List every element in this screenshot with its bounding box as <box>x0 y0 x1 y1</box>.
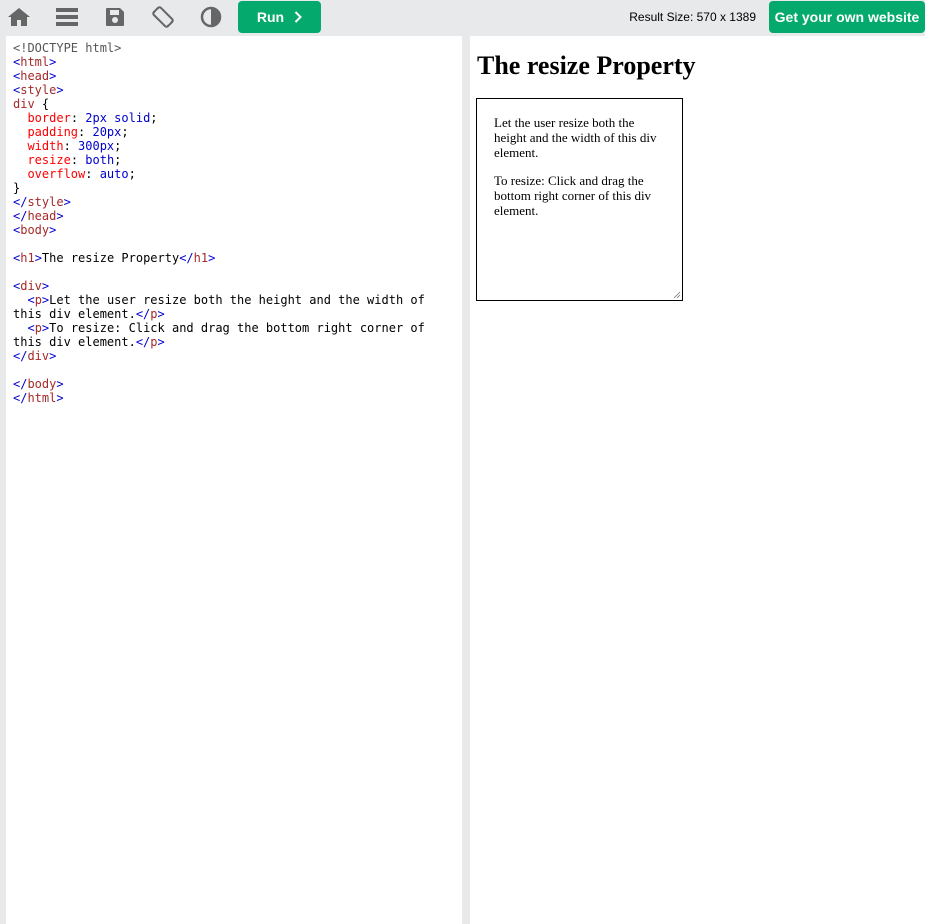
result-paragraph-1: Let the user resize both the height and … <box>494 115 657 160</box>
run-button[interactable]: Run <box>238 1 321 33</box>
result-paragraph-2: To resize: Click and drag the bottom rig… <box>494 173 652 218</box>
rotate-icon[interactable] <box>150 4 176 30</box>
menu-icon[interactable] <box>54 4 80 30</box>
result-size-label: Result Size: 570 x 1389 <box>629 10 756 24</box>
pane-divider[interactable] <box>462 36 470 924</box>
run-button-label: Run <box>256 9 285 25</box>
code-text[interactable]: <!DOCTYPE html> <html> <head> <style> di… <box>6 36 462 405</box>
resize-grip-icon[interactable] <box>673 291 681 299</box>
save-icon[interactable] <box>102 4 128 30</box>
contrast-icon[interactable] <box>198 4 224 30</box>
get-your-own-website-button[interactable]: Get your own website <box>769 1 925 33</box>
toolbar: Run Result Size: 570 x 1389 Get your own… <box>0 0 925 34</box>
code-editor[interactable]: <!DOCTYPE html> <html> <head> <style> di… <box>6 36 462 924</box>
result-heading: The resize Property <box>477 51 696 80</box>
resizable-div[interactable]: Let the user resize both the height and … <box>476 98 683 301</box>
chevron-right-icon <box>294 11 303 23</box>
result-pane: The resize Property Let the user resize … <box>470 36 925 924</box>
home-icon[interactable] <box>6 4 32 30</box>
